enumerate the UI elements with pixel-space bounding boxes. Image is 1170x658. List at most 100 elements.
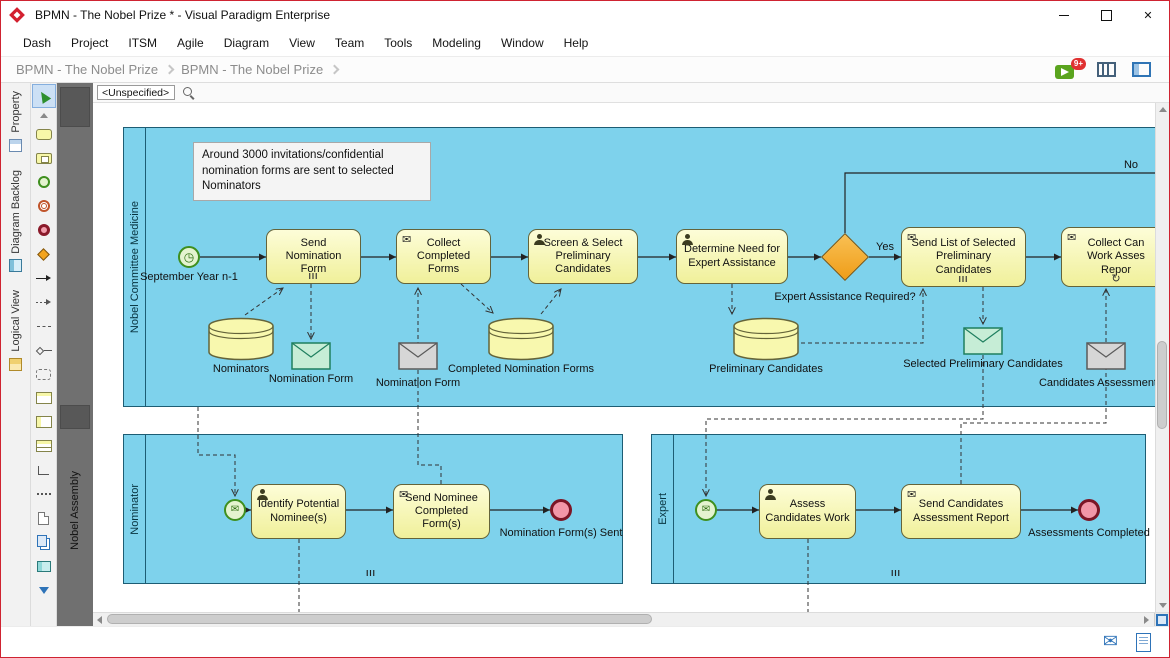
data-association[interactable] bbox=[461, 284, 493, 313]
menu-diagram[interactable]: Diagram bbox=[214, 32, 279, 54]
menu-agile[interactable]: Agile bbox=[167, 32, 214, 54]
timer-start-event[interactable] bbox=[178, 246, 200, 268]
birds-eye-view-button[interactable] bbox=[1154, 613, 1169, 626]
log-button[interactable] bbox=[1136, 633, 1151, 652]
message-flow-tool-button[interactable] bbox=[32, 290, 56, 314]
sub-process-tool-button[interactable] bbox=[32, 146, 56, 170]
duplicate-tool-button[interactable] bbox=[32, 530, 56, 554]
data-association[interactable] bbox=[245, 288, 283, 315]
data-store-nominators[interactable] bbox=[206, 317, 276, 361]
menu-window[interactable]: Window bbox=[491, 32, 554, 54]
end-event[interactable] bbox=[1078, 499, 1100, 521]
connector-tool-button[interactable] bbox=[32, 458, 56, 482]
data-object-candidates-assessment[interactable] bbox=[1086, 342, 1126, 370]
menu-itsm[interactable]: ITSM bbox=[118, 32, 167, 54]
menu-dash[interactable]: Dash bbox=[13, 32, 61, 54]
task-send-assessment-report[interactable]: Send Candidates Assessment Report bbox=[901, 484, 1021, 539]
horizontal-scrollbar-thumb[interactable] bbox=[107, 614, 652, 624]
collapsed-panel-handle[interactable] bbox=[60, 87, 90, 127]
data-association[interactable] bbox=[541, 289, 561, 314]
sequence-flow-tool-button[interactable] bbox=[32, 266, 56, 290]
messages-button[interactable] bbox=[1103, 632, 1118, 652]
breadcrumb-item[interactable]: BPMN - The Nobel Prize bbox=[176, 62, 328, 77]
task-collect-completed-forms[interactable]: Collect Completed Forms bbox=[396, 229, 491, 284]
data-store-label[interactable]: Completed Nomination Forms bbox=[441, 363, 601, 377]
menu-team[interactable]: Team bbox=[325, 32, 374, 54]
task-tool-button[interactable] bbox=[32, 122, 56, 146]
end-event-label[interactable]: Assessments Completed bbox=[1019, 527, 1155, 541]
task-send-list-selected[interactable]: Send List of Selected Preliminary Candid… bbox=[901, 227, 1026, 287]
start-event-label[interactable]: September Year n-1 bbox=[119, 271, 259, 285]
menu-help[interactable]: Help bbox=[554, 32, 599, 54]
pool-tool-button[interactable] bbox=[32, 386, 56, 410]
data-store-preliminary-candidates[interactable] bbox=[731, 317, 801, 361]
task-assess-work[interactable]: Assess Candidates Work bbox=[759, 484, 856, 539]
task-determine-need-expert[interactable]: Determine Need for Expert Assistance bbox=[676, 229, 788, 284]
collapsed-panel-handle[interactable] bbox=[60, 405, 90, 429]
scroll-down-icon[interactable] bbox=[1159, 603, 1167, 608]
data-object-selected-candidates[interactable] bbox=[963, 327, 1003, 355]
anchor-tool-button[interactable] bbox=[32, 482, 56, 506]
menu-view[interactable]: View bbox=[279, 32, 325, 54]
maximize-button[interactable] bbox=[1085, 1, 1127, 29]
vertical-pool-tool-button[interactable] bbox=[32, 410, 56, 434]
data-store-completed-forms[interactable] bbox=[486, 317, 556, 361]
scroll-right-icon[interactable] bbox=[1144, 616, 1149, 624]
stereotype-selector[interactable]: <Unspecified> bbox=[97, 85, 175, 100]
grid-tool-button[interactable] bbox=[32, 554, 56, 578]
pointer-tool-button[interactable] bbox=[32, 84, 56, 108]
gateway-label[interactable]: Expert Assistance Required? bbox=[765, 291, 925, 305]
menu-modeling[interactable]: Modeling bbox=[422, 32, 491, 54]
tab-logical-view[interactable]: Logical View bbox=[9, 290, 22, 371]
conditional-flow-tool-button[interactable] bbox=[32, 338, 56, 362]
task-send-completed-forms[interactable]: Send Nominee Completed Form(s) bbox=[393, 484, 490, 539]
branch-no-label[interactable]: No bbox=[1119, 159, 1143, 173]
data-object-label[interactable]: Selected Preliminary Candidates bbox=[883, 358, 1083, 372]
task-send-nomination-form[interactable]: Send Nomination Form III bbox=[266, 229, 361, 284]
tab-diagram-backlog[interactable]: Diagram Backlog bbox=[9, 170, 22, 273]
branch-yes-label[interactable]: Yes bbox=[873, 241, 897, 255]
minimize-button[interactable] bbox=[1043, 1, 1085, 29]
gateway-tool-button[interactable] bbox=[32, 242, 56, 266]
tab-property[interactable]: Property bbox=[9, 91, 22, 152]
matrix-view-button[interactable] bbox=[1097, 62, 1116, 77]
breadcrumb-item[interactable]: BPMN - The Nobel Prize bbox=[11, 62, 163, 77]
palette-scroll-down-button[interactable] bbox=[32, 578, 56, 602]
magnifier-icon[interactable] bbox=[182, 86, 195, 99]
message-start-event[interactable] bbox=[224, 499, 246, 521]
intermediate-event-tool-button[interactable] bbox=[32, 194, 56, 218]
vertical-scrollbar-thumb[interactable] bbox=[1157, 341, 1167, 429]
end-event-label[interactable]: Nomination Form(s) Sent bbox=[491, 527, 631, 541]
panel-layout-button[interactable] bbox=[1132, 62, 1151, 77]
horizontal-scrollbar[interactable] bbox=[93, 612, 1169, 626]
start-event-tool-button[interactable] bbox=[32, 170, 56, 194]
association-tool-button[interactable] bbox=[32, 314, 56, 338]
close-button[interactable] bbox=[1127, 1, 1169, 29]
scroll-left-icon[interactable] bbox=[97, 616, 102, 624]
data-object-label[interactable]: Nomination Form bbox=[358, 377, 478, 391]
palette-scroll-up-button[interactable] bbox=[32, 108, 56, 122]
data-object-label[interactable]: Candidates Assessment bbox=[1023, 377, 1155, 391]
data-object-nomination-form-out[interactable] bbox=[291, 342, 331, 370]
text-annotation[interactable]: Around 3000 invitations/confidential nom… bbox=[193, 142, 431, 201]
text-annotation-tool-button[interactable] bbox=[32, 506, 56, 530]
guided-tour-button[interactable]: 9+ bbox=[1055, 59, 1081, 81]
end-event[interactable] bbox=[550, 499, 572, 521]
lane-tool-button[interactable] bbox=[32, 434, 56, 458]
task-identify-nominees[interactable]: Identify Potential Nominee(s) bbox=[251, 484, 346, 539]
menu-tools[interactable]: Tools bbox=[374, 32, 422, 54]
task-screen-select-candidates[interactable]: Screen & Select Preliminary Candidates bbox=[528, 229, 638, 284]
diagram-canvas[interactable]: Nobel Committee Medicine Nominator Exper… bbox=[93, 103, 1155, 612]
sequence-flow-no[interactable] bbox=[845, 173, 1155, 233]
data-object-nomination-form-in[interactable] bbox=[398, 342, 438, 370]
message-start-event[interactable] bbox=[695, 499, 717, 521]
scroll-up-icon[interactable] bbox=[1159, 107, 1167, 112]
task-collect-work-assessment[interactable]: Collect Can Work Asses Repor bbox=[1061, 227, 1155, 287]
end-event-tool-button[interactable] bbox=[32, 218, 56, 242]
pinned-pool-header[interactable]: Nobel Assembly bbox=[57, 435, 93, 585]
vertical-scrollbar[interactable] bbox=[1155, 103, 1169, 612]
data-object-label[interactable]: Nomination Form bbox=[251, 373, 371, 387]
data-store-label[interactable]: Preliminary Candidates bbox=[686, 363, 846, 377]
menu-project[interactable]: Project bbox=[61, 32, 118, 54]
group-tool-button[interactable] bbox=[32, 362, 56, 386]
